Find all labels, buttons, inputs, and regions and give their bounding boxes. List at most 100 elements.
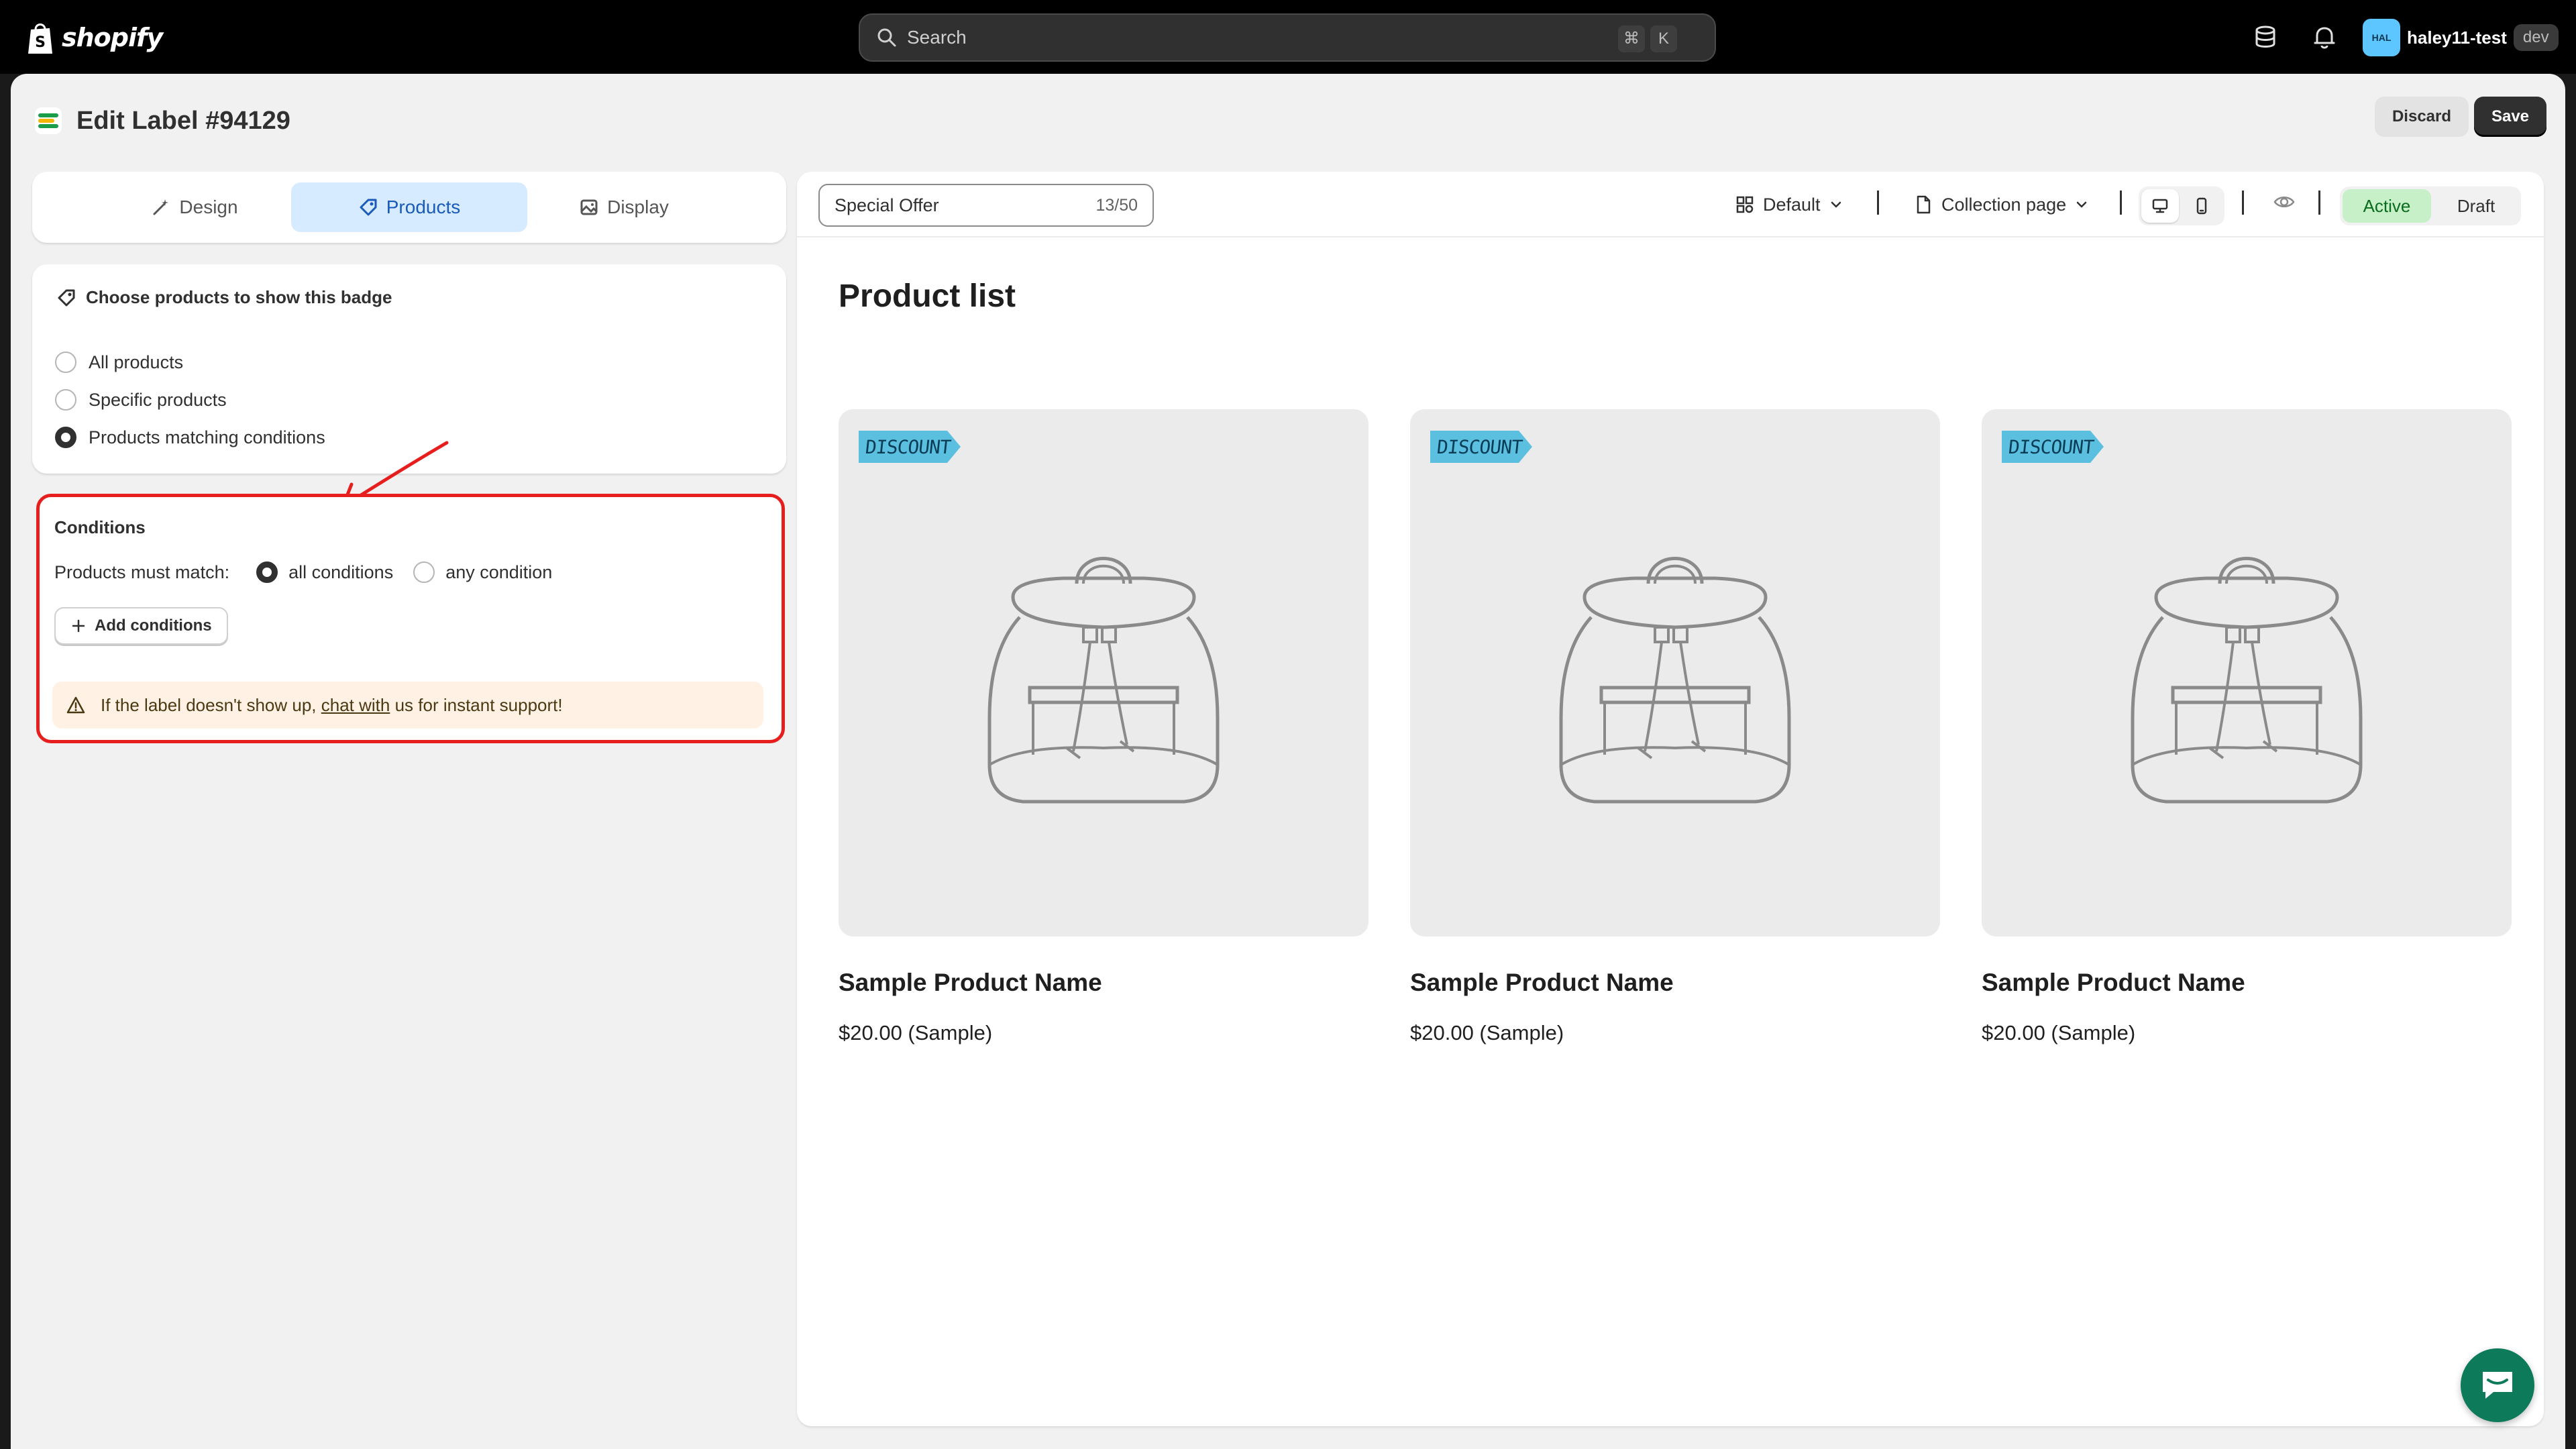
tab-products-label: Products [386,197,461,217]
save-button[interactable]: Save [2474,97,2546,137]
page-type-select[interactable]: Collection page [1913,191,2089,219]
product-image: DISCOUNT [1410,409,1940,936]
label-name-input[interactable]: Special Offer 13/50 [818,184,1154,227]
desktop-icon [2152,199,2168,213]
eye-icon[interactable] [2273,191,2296,213]
tag-icon [58,289,75,306]
mobile-view-button[interactable] [2183,189,2220,223]
chat-support-button[interactable] [2461,1348,2534,1422]
warning-text: If the label doesn't show up, chat with … [101,695,563,716]
product-image: DISCOUNT [839,409,1368,936]
tab-display[interactable]: Display [506,182,742,232]
shopify-bag-icon: S [28,23,52,54]
status-toggle: Active Draft [2340,186,2521,225]
product-name: Sample Product Name [1982,969,2245,996]
add-conditions-label: Add conditions [95,616,212,635]
tag-icon [360,199,377,216]
label-name-value: Special Offer [835,195,939,215]
radio-label: Products matching conditions [89,427,325,447]
tab-design[interactable]: Design [76,182,313,232]
magic-wand-icon [153,199,169,215]
product-price: $20.00 (Sample) [839,1021,993,1044]
add-conditions-button[interactable]: Add conditions [54,607,228,645]
radio-all-products[interactable]: All products [55,352,183,373]
database-icon[interactable] [2251,23,2279,51]
theme-select-value: Default [1763,194,1821,215]
theme-icon [1736,196,1754,213]
discard-button[interactable]: Discard [2375,97,2469,137]
search-placeholder: Search [907,27,967,48]
bell-icon[interactable] [2310,23,2339,51]
product-image: DISCOUNT [1982,409,2512,936]
backpack-icon [987,557,1220,804]
shortcut-key-k: K [1650,25,1677,52]
product-price: $20.00 (Sample) [1410,1021,1564,1044]
discount-badge-text: DISCOUNT [2007,436,2095,458]
page-select-value: Collection page [1941,194,2067,215]
choose-heading-text: Choose products to show this badge [86,287,392,307]
app-frame: Edit Label #94129 Discard Save Design Pr… [11,74,2565,1449]
radio-button[interactable] [55,389,76,411]
radio-label: any condition [445,561,553,582]
chevron-down-icon [2076,201,2087,208]
radio-matching-conditions[interactable]: Products matching conditions [55,427,325,448]
label-preview-panel: Special Offer 13/50 Default Collection p… [797,172,2544,1426]
discount-badge-text: DISCOUNT [1436,436,1523,458]
toolbar-divider [1877,191,1879,215]
toolbar-divider [2120,191,2122,215]
status-active-button[interactable]: Active [2343,189,2431,223]
radio-button[interactable] [413,561,435,583]
toolbar-divider [2242,191,2244,215]
radio-button-selected[interactable] [256,561,278,583]
brand-wordmark: shopify [62,23,163,52]
theme-select[interactable]: Default [1735,191,1843,219]
plus-icon [72,619,85,633]
chat-with-link[interactable]: chat with [321,695,390,715]
tab-display-label: Display [607,197,669,217]
device-toggle [2139,186,2224,225]
radio-button-selected[interactable] [55,427,76,448]
toolbar-divider [2318,191,2320,215]
preview-toolbar: Special Offer 13/50 Default Collection p… [797,172,2544,237]
radio-button[interactable] [55,352,76,373]
page-title: Edit Label #94129 [76,106,290,135]
product-card[interactable]: DISCOUNT Sample Product Name $20.00 (Sam… [1410,409,1940,1045]
backpack-icon [2131,557,2363,804]
char-count: 13/50 [1095,195,1138,215]
conditions-title: Conditions [54,517,146,537]
shortcut-key-cmd: ⌘ [1618,25,1645,52]
svg-text:S: S [35,34,46,51]
image-icon [580,199,598,215]
product-price: $20.00 (Sample) [1982,1021,2136,1044]
match-any-option[interactable]: any condition [413,561,552,583]
page-icon [1917,195,1931,214]
match-options: Products must match: all conditions any … [54,561,572,583]
backpack-icon [1559,557,1791,804]
status-draft-button[interactable]: Draft [2434,189,2518,223]
support-warning-banner: If the label doesn't show up, chat with … [52,682,763,729]
chat-icon [2483,1372,2512,1399]
product-card[interactable]: DISCOUNT Sample Product Name $20.00 (Sam… [839,409,1368,1045]
desktop-view-button[interactable] [2141,189,2179,223]
match-label: Products must match: [54,561,230,582]
product-name: Sample Product Name [839,969,1102,996]
username: haley11-test [2407,27,2507,48]
user-menu[interactable]: HAL haley11-test dev [2363,19,2559,56]
shopify-logo[interactable]: S shopify [25,19,163,56]
avatar: HAL [2363,19,2400,56]
settings-tabs: Design Products Display [32,172,786,243]
search-input[interactable]: Search ⌘ K [859,13,1716,62]
radio-label: all conditions [288,561,394,582]
product-name: Sample Product Name [1410,969,1674,996]
search-icon [877,28,896,47]
mobile-icon [2196,197,2207,215]
tab-products[interactable]: Products [291,182,527,232]
choose-products-heading: Choose products to show this badge [56,287,392,308]
chevron-down-icon [1831,201,1841,208]
product-card[interactable]: DISCOUNT Sample Product Name $20.00 (Sam… [1982,409,2512,1045]
product-list-title: Product list [839,278,1016,314]
radio-specific-products[interactable]: Specific products [55,389,227,411]
match-all-option[interactable]: all conditions [256,561,393,583]
radio-label: All products [89,352,184,372]
tab-design-label: Design [179,197,238,217]
